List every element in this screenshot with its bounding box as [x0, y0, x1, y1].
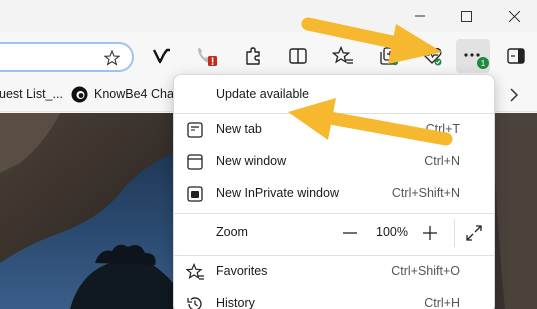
update-available-label: Update available	[216, 87, 310, 101]
browser-essentials-button[interactable]	[416, 40, 448, 72]
minimize-icon	[415, 15, 425, 17]
maximize-icon	[460, 10, 472, 22]
knowbe4-logo-icon	[71, 86, 88, 103]
history-item[interactable]: History Ctrl+H	[174, 288, 494, 309]
split-screen-button[interactable]	[282, 40, 314, 72]
history-shortcut: Ctrl+H	[424, 296, 460, 309]
browser-toolbar: 1	[0, 32, 537, 78]
add-favorite-star-icon[interactable]	[104, 50, 120, 66]
update-available-item[interactable]: Update available	[174, 79, 494, 111]
new-window-icon	[187, 154, 203, 170]
menu-divider	[174, 213, 494, 214]
update-count-badge: 1	[477, 57, 489, 69]
zoom-divider	[454, 219, 455, 247]
close-button[interactable]	[491, 0, 537, 32]
history-label: History	[216, 296, 255, 309]
settings-and-more-button[interactable]: 1	[456, 39, 490, 73]
new-window-shortcut: Ctrl+N	[424, 154, 460, 168]
collections-button[interactable]	[373, 40, 405, 72]
new-inprivate-window-shortcut: Ctrl+Shift+N	[391, 186, 460, 200]
new-tab-icon	[187, 122, 203, 138]
sidebar-toggle-button[interactable]	[500, 40, 532, 72]
puzzle-icon	[246, 47, 260, 65]
extension-v-button[interactable]	[146, 40, 178, 72]
zoom-level: 100%	[376, 225, 408, 239]
zoom-out-button[interactable]	[342, 227, 358, 239]
new-window-label: New window	[216, 154, 287, 168]
split-screen-icon	[289, 48, 307, 64]
favorites-item[interactable]: Favorites Ctrl+Shift+O	[174, 256, 494, 288]
v-logo-icon	[153, 48, 170, 64]
favorites-shortcut: Ctrl+Shift+O	[391, 264, 460, 278]
history-icon	[187, 297, 202, 309]
collections-icon	[380, 47, 399, 66]
close-icon	[508, 10, 520, 22]
new-window-item[interactable]: New window Ctrl+N	[174, 146, 494, 178]
favorites-toolbar-button[interactable]	[327, 40, 359, 72]
favorites-label: Favorites	[216, 264, 268, 278]
new-inprivate-window-label: New InPrivate window	[216, 186, 339, 200]
inprivate-icon	[187, 186, 203, 202]
maximize-button[interactable]	[443, 0, 489, 32]
zoom-label: Zoom	[216, 225, 248, 239]
new-tab-label: New tab	[216, 122, 262, 136]
new-tab-shortcut: Ctrl+T	[425, 122, 460, 136]
favorites-icon	[186, 263, 204, 280]
zoom-row: Zoom 100%	[174, 217, 494, 249]
address-bar[interactable]	[0, 42, 134, 72]
sidebar-icon	[507, 48, 525, 64]
phone-alert-icon	[198, 48, 217, 66]
fullscreen-icon[interactable]	[465, 224, 483, 242]
new-inprivate-window-item[interactable]: New InPrivate window Ctrl+Shift+N	[174, 178, 494, 210]
title-bar	[0, 0, 537, 32]
favorite-link-knowbe4[interactable]: KnowBe4 Char	[94, 87, 178, 101]
extension-phone-button[interactable]	[190, 40, 222, 72]
chevron-right-icon[interactable]	[509, 88, 519, 102]
settings-and-more-menu: Update available New tab Ctrl+T New wind…	[173, 74, 495, 309]
new-tab-item[interactable]: New tab Ctrl+T	[174, 114, 494, 146]
zoom-in-button[interactable]	[422, 225, 438, 241]
minimize-button[interactable]	[397, 0, 443, 32]
extensions-button[interactable]	[237, 40, 269, 72]
heart-pulse-icon	[422, 47, 442, 66]
favorite-link[interactable]: uest List_...	[0, 87, 63, 101]
favorites-star-list-icon	[332, 46, 353, 64]
